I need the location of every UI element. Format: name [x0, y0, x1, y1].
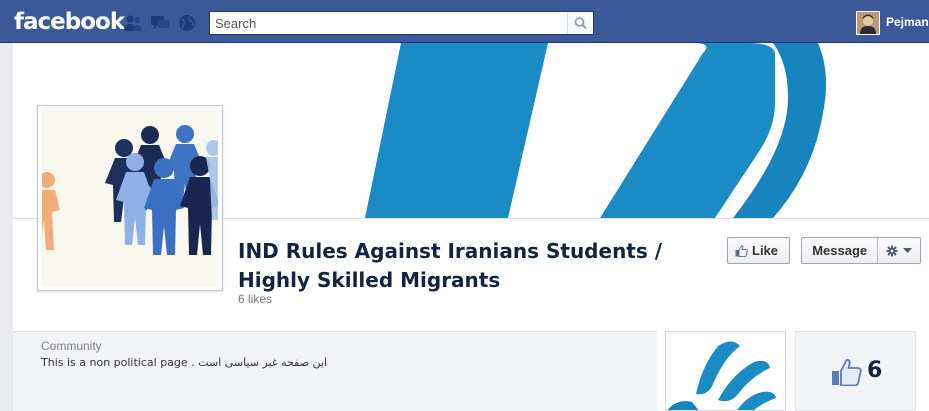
user-avatar[interactable] — [856, 11, 880, 35]
message-button-group: Message — [801, 237, 921, 264]
likes-count[interactable]: 6 likes — [238, 292, 272, 306]
friends-icon[interactable] — [123, 14, 143, 32]
like-button-label: Like — [752, 243, 779, 258]
about-section: Community This is a non political page .… — [13, 331, 657, 411]
profile-picture[interactable] — [37, 105, 223, 291]
facebook-logo[interactable]: facebook — [14, 9, 125, 35]
search-button[interactable] — [567, 12, 593, 34]
thumbs-up-icon — [832, 358, 862, 386]
thumbs-up-icon — [735, 244, 748, 257]
people-chain-image — [42, 110, 218, 286]
page-title: IND Rules Against Iranians Students / Hi… — [238, 239, 663, 292]
notifications-icon[interactable] — [177, 14, 197, 32]
search-bar — [209, 11, 594, 35]
page-category[interactable]: Community — [41, 339, 102, 353]
page-description: This is a non political page . این صفحه … — [41, 356, 328, 369]
thumbnail-graphic — [666, 332, 785, 410]
facebook-page: facebook Search Pejman IND Rules Against… — [0, 0, 929, 411]
photo-thumbnail[interactable] — [665, 331, 786, 411]
gear-icon — [886, 245, 898, 256]
search-icon — [574, 17, 587, 30]
search-input[interactable] — [210, 12, 568, 34]
left-gutter — [0, 43, 13, 411]
likes-number: 6 — [867, 358, 883, 383]
message-button[interactable]: Message — [802, 243, 877, 258]
like-button[interactable]: Like — [727, 237, 790, 264]
messages-icon[interactable] — [150, 14, 170, 32]
username-link[interactable]: Pejman — [886, 15, 929, 29]
top-bar: facebook Search Pejman — [0, 0, 929, 43]
settings-menu-button[interactable] — [878, 238, 920, 263]
likes-box[interactable]: 6 — [795, 331, 916, 411]
chevron-down-icon — [903, 247, 913, 253]
